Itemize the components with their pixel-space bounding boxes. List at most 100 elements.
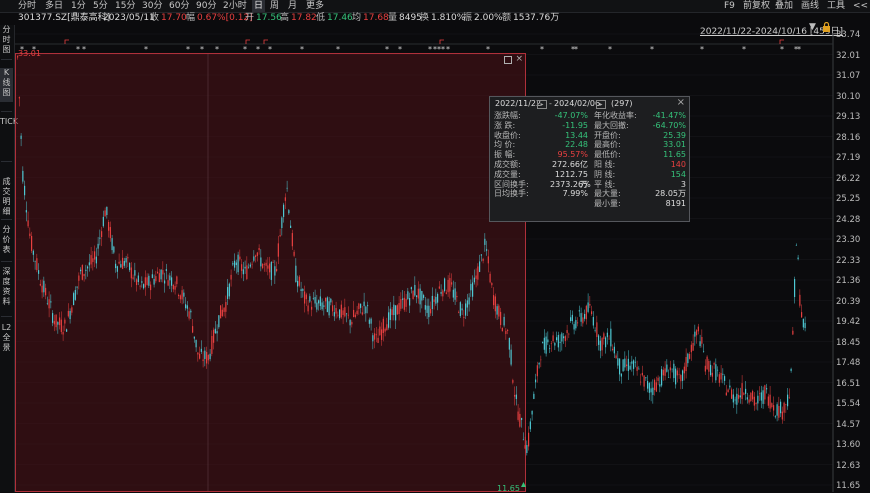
candle-body [108,221,110,231]
candle-body [699,341,701,346]
candle-body [221,309,223,316]
candle-body [288,210,290,214]
candle-body [127,257,129,259]
candle-body [18,97,20,99]
candle-body [556,337,558,341]
candle-body [227,287,229,299]
candle-body [668,377,670,378]
candle-body [794,279,796,298]
candle-body [640,381,642,383]
candle-body [284,197,286,201]
candle-body [549,348,551,349]
candle-body [106,206,108,215]
candle-body [626,364,628,367]
candle-body [389,308,391,320]
price-axis-tick: 32.01 [836,50,861,61]
candle-body [682,370,684,381]
candle-body [293,251,295,256]
candle-body [29,233,31,236]
candle-body [550,343,552,344]
high-marker-label: 33.01 [18,49,41,58]
candle-body [349,319,351,326]
candle-body [736,393,738,405]
candle-body [566,330,568,334]
candle-body [125,258,127,263]
candlestick-series [17,55,806,487]
candle-body [666,364,668,372]
candle-body [633,360,635,369]
candle-body [683,366,685,374]
candle-body [755,403,757,405]
stat-value: 33.01 [663,140,686,150]
candle-body [659,384,661,387]
candle-body [260,257,262,267]
candle-body [687,353,689,364]
close-icon[interactable]: × [677,97,685,108]
candle-body [269,263,271,273]
stat-label: 振 幅: [494,150,516,160]
candle-body [32,250,34,255]
prev-start-button[interactable]: ▸ [537,100,547,109]
candle-body [251,263,253,265]
candle-body [123,261,125,266]
candle-body [279,235,281,237]
candle-body [662,369,664,376]
candle-body [101,231,103,238]
stat-value: 1212.75万 [554,169,588,189]
stat-label: 均 价: [494,140,516,150]
stat-value: -64.70% [652,120,686,130]
candle-body [718,374,720,383]
candle-body [381,329,383,340]
candle-body [757,395,759,404]
candle-body [347,314,349,316]
candle-body [606,332,608,338]
candle-body [237,254,239,273]
candle-body [286,187,288,189]
candle-body [641,372,643,376]
candle-body [267,265,269,269]
candle-body [661,369,663,386]
candle-body [778,406,780,418]
candle-body [587,302,589,312]
candle-body [276,268,278,272]
low-point-marker [521,482,526,487]
price-axis-tick: 23.30 [836,235,861,245]
price-axis-tick: 21.36 [836,276,861,286]
candle-body [183,292,185,297]
candle-body [634,361,636,363]
candle-body [451,282,453,285]
candle-body [41,285,43,293]
candle-body [375,334,377,336]
candle-body [164,280,166,284]
candle-body [391,309,393,315]
candle-body [622,359,624,372]
candle-body [178,294,180,297]
next-end-button[interactable]: ▸ [596,100,606,109]
candle-body [365,306,367,314]
candle-body [444,278,446,292]
candle-body [620,373,622,377]
candle-body [505,330,507,334]
candle-body [589,303,591,306]
candle-body [512,380,514,383]
candle-body [575,320,577,329]
stat-label: 日均换手: [494,189,529,199]
candle-body [690,344,692,353]
candle-body [697,326,699,332]
candle-body [172,285,174,290]
price-axis-tick: 17.48 [836,358,861,368]
candle-body [701,336,703,344]
candle-body [151,274,153,278]
candle-body [144,277,146,288]
stat-label: 阴 线: [594,169,616,179]
candle-body [311,306,313,310]
candle-body [795,244,797,246]
candle-body [724,376,726,381]
candle-body [354,314,356,318]
candle-body [358,303,360,310]
candle-body [83,273,85,277]
candle-body [53,321,55,325]
candle-body [739,395,741,398]
candle-body [627,358,629,372]
price-axis-tick: 13.60 [836,440,861,450]
